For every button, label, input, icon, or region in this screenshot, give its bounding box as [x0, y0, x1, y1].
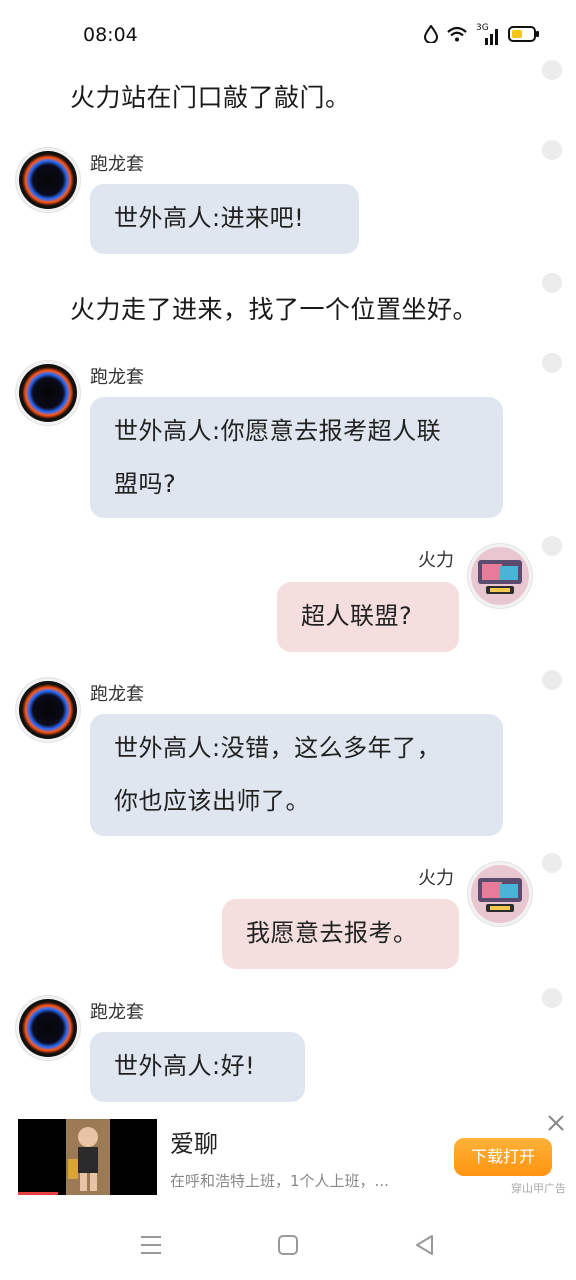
message-dot[interactable] — [542, 273, 562, 293]
ad-progress-bar — [18, 1192, 58, 1195]
fire-ring-icon — [19, 151, 77, 209]
ad-description[interactable]: 在呼和浩特上班，1个人上班，... — [170, 1170, 389, 1191]
message-text: 盟吗? — [114, 470, 177, 498]
message-bubble[interactable]: 世外高人:好! — [90, 1032, 305, 1102]
sender-name: 跑龙套 — [90, 684, 144, 705]
message-bubble[interactable]: 我愿意去报考。 — [222, 899, 459, 969]
message-dot[interactable] — [542, 536, 562, 556]
ad-thumbnail[interactable] — [18, 1119, 157, 1195]
message-text: 世外高人:进来吧! — [114, 204, 305, 232]
cartoon-avatar-icon — [471, 547, 529, 605]
message-text: 我愿意去报考。 — [246, 919, 418, 947]
narration-text: 火力走了进来，找了一个位置坐好。 — [70, 295, 479, 324]
sender-name: 火力 — [418, 868, 454, 889]
status-time: 08:04 — [83, 24, 138, 46]
message-text: 世外高人:好! — [114, 1052, 256, 1080]
message-dot[interactable] — [542, 353, 562, 373]
message-dot[interactable] — [542, 670, 562, 690]
message-text: 世外高人:你愿意去报考超人联 — [114, 417, 442, 445]
message-text: 你也应该出师了。 — [114, 787, 310, 815]
message-text: 超人联盟? — [301, 602, 413, 630]
message-dot[interactable] — [542, 60, 562, 80]
wifi-icon — [446, 25, 468, 47]
ad-video-image — [18, 1119, 157, 1195]
avatar-paolongtao[interactable] — [16, 148, 80, 212]
sender-name: 跑龙套 — [90, 154, 144, 175]
message-dot[interactable] — [542, 853, 562, 873]
message-bubble[interactable]: 世外高人:进来吧! — [90, 184, 359, 254]
cartoon-avatar-icon — [471, 865, 529, 923]
fire-ring-icon — [19, 999, 77, 1057]
sender-name: 跑龙套 — [90, 1002, 144, 1023]
home-square-icon[interactable] — [275, 1232, 301, 1258]
menu-icon[interactable] — [138, 1232, 164, 1258]
message-bubble[interactable]: 超人联盟? — [277, 582, 459, 652]
message-dot[interactable] — [542, 988, 562, 1008]
back-triangle-icon[interactable] — [412, 1232, 438, 1258]
water-drop-icon — [423, 24, 439, 47]
signal-icon: 3G — [476, 23, 500, 46]
battery-icon — [508, 25, 540, 47]
close-icon[interactable] — [546, 1113, 566, 1133]
ad-banner[interactable]: 爱聊 在呼和浩特上班，1个人上班，... 下载打开 穿山甲广告 — [0, 1112, 576, 1202]
avatar-paolongtao[interactable] — [16, 996, 80, 1060]
avatar-paolongtao[interactable] — [16, 361, 80, 425]
avatar-huoli[interactable] — [468, 862, 532, 926]
avatar-huoli[interactable] — [468, 544, 532, 608]
sender-name: 跑龙套 — [90, 367, 144, 388]
ad-title[interactable]: 爱聊 — [170, 1124, 218, 1159]
fire-ring-icon — [19, 364, 77, 422]
message-text: 世外高人:没错，这么多年了， — [114, 734, 442, 762]
narration-text: 火力站在门口敲了敲门。 — [70, 83, 351, 112]
status-icons: 3G — [423, 23, 540, 47]
ad-source-label: 穿山甲广告 — [511, 1182, 566, 1195]
sender-name: 火力 — [418, 550, 454, 571]
fire-ring-icon — [19, 681, 77, 739]
ad-download-button[interactable]: 下载打开 — [454, 1138, 552, 1176]
chat-screen: 08:04 3G 火力站在门口敲了敲门。 跑龙套 世外高人:进来吧! 火力走了进… — [0, 0, 576, 1280]
navigation-bar — [0, 1210, 576, 1280]
message-bubble[interactable]: 世外高人:没错，这么多年了， 你也应该出师了。 — [90, 714, 503, 836]
message-dot[interactable] — [542, 140, 562, 160]
status-bar: 08:04 3G — [0, 0, 576, 72]
avatar-paolongtao[interactable] — [16, 678, 80, 742]
message-bubble[interactable]: 世外高人:你愿意去报考超人联 盟吗? — [90, 397, 503, 518]
